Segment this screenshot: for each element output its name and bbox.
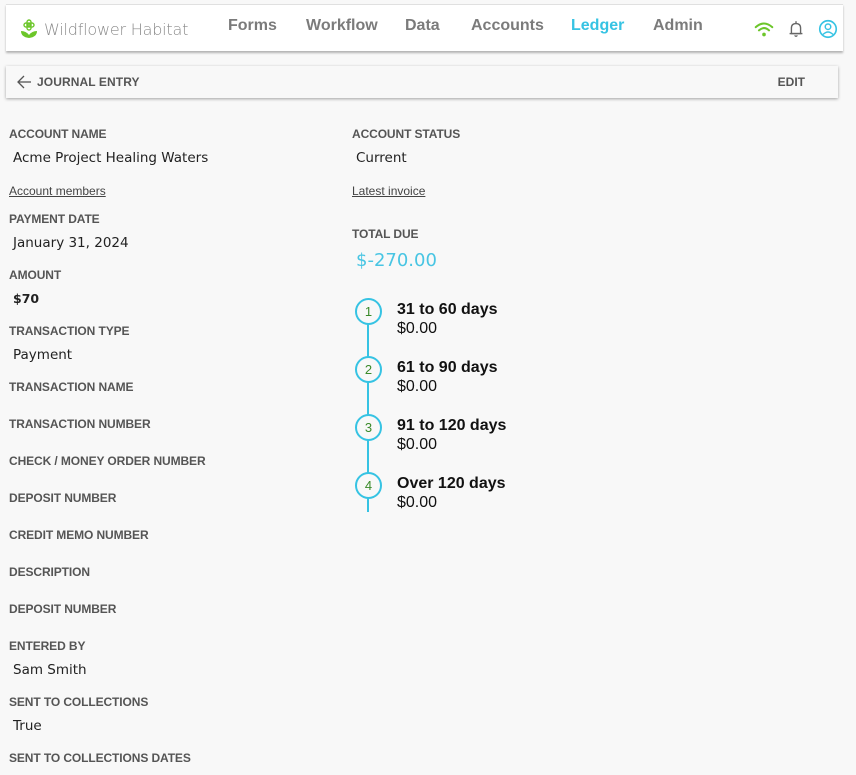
deposit-number-2-label: DEPOSIT NUMBER [9,602,117,616]
description-label: DESCRIPTION [9,565,90,579]
step-1-circle: 1 [355,298,382,325]
step-4-circle: 4 [355,472,382,499]
step-1-title: 31 to 60 days [397,301,498,318]
sent-to-collections-label: SENT TO COLLECTIONS [9,695,149,709]
back-button[interactable]: JOURNAL ENTRY [16,74,140,90]
total-due-value: $-270.00 [356,250,437,271]
nav-workflow[interactable]: Workflow [306,17,378,35]
step-4-title: Over 120 days [397,475,506,492]
account-members-link[interactable]: Account members [9,184,106,198]
transaction-type-value: Payment [13,347,73,363]
transaction-number-label: TRANSACTION NUMBER [9,417,151,431]
nav-admin[interactable]: Admin [653,17,703,35]
sent-to-collections-dates-label: SENT TO COLLECTIONS DATES [9,751,191,765]
payment-date-label: PAYMENT DATE [9,212,100,226]
step-3-title: 91 to 120 days [397,417,507,434]
arrow-left-icon [17,75,31,89]
latest-invoice-link[interactable]: Latest invoice [352,184,425,198]
account-status-label: ACCOUNT STATUS [352,127,461,141]
entered-by-label: ENTERED BY [9,639,86,653]
account-circle-icon[interactable] [817,18,839,40]
step-3-amount: $0.00 [397,436,438,453]
brand[interactable]: Wildflower Habitat [20,17,188,41]
nav-forms[interactable]: Forms [228,17,277,35]
entered-by-value: Sam Smith [13,662,87,678]
step-2-circle: 2 [355,356,382,383]
step-2-amount: $0.00 [397,378,438,395]
credit-memo-number-label: CREDIT MEMO NUMBER [9,528,149,542]
amount-label: AMOUNT [9,268,62,282]
amount-value: $70 [13,291,40,306]
nav-accounts[interactable]: Accounts [471,17,544,35]
account-name-value: Acme Project Healing Waters [13,150,209,166]
transaction-name-label: TRANSACTION NAME [9,380,134,394]
page-title: JOURNAL ENTRY [37,75,140,89]
step-2-title: 61 to 90 days [397,359,498,376]
account-status-value: Current [356,150,407,166]
sent-to-collections-value: True [13,718,42,734]
wifi-icon[interactable] [753,18,775,40]
step-3-circle: 3 [355,414,382,441]
header-icons [743,18,839,40]
total-due-label: TOTAL DUE [352,227,419,241]
step-1-amount: $0.00 [397,320,438,337]
deposit-number-label: DEPOSIT NUMBER [9,491,117,505]
top-nav-bar: Wildflower Habitat Forms Workflow Data A… [6,4,843,51]
account-name-label: ACCOUNT NAME [9,127,107,141]
nav-ledger[interactable]: Ledger [571,17,624,35]
payment-date-value: January 31, 2024 [13,235,129,251]
nav-data[interactable]: Data [405,17,440,35]
transaction-type-label: TRANSACTION TYPE [9,324,130,338]
bell-icon[interactable] [785,18,807,40]
step-4-amount: $0.00 [397,494,438,511]
edit-button[interactable]: EDIT [778,75,805,89]
flower-logo-icon [21,19,37,38]
sub-header: JOURNAL ENTRY EDIT [6,66,838,98]
app-name: Wildflower Habitat [44,19,189,39]
check-number-label: CHECK / MONEY ORDER NUMBER [9,454,206,468]
